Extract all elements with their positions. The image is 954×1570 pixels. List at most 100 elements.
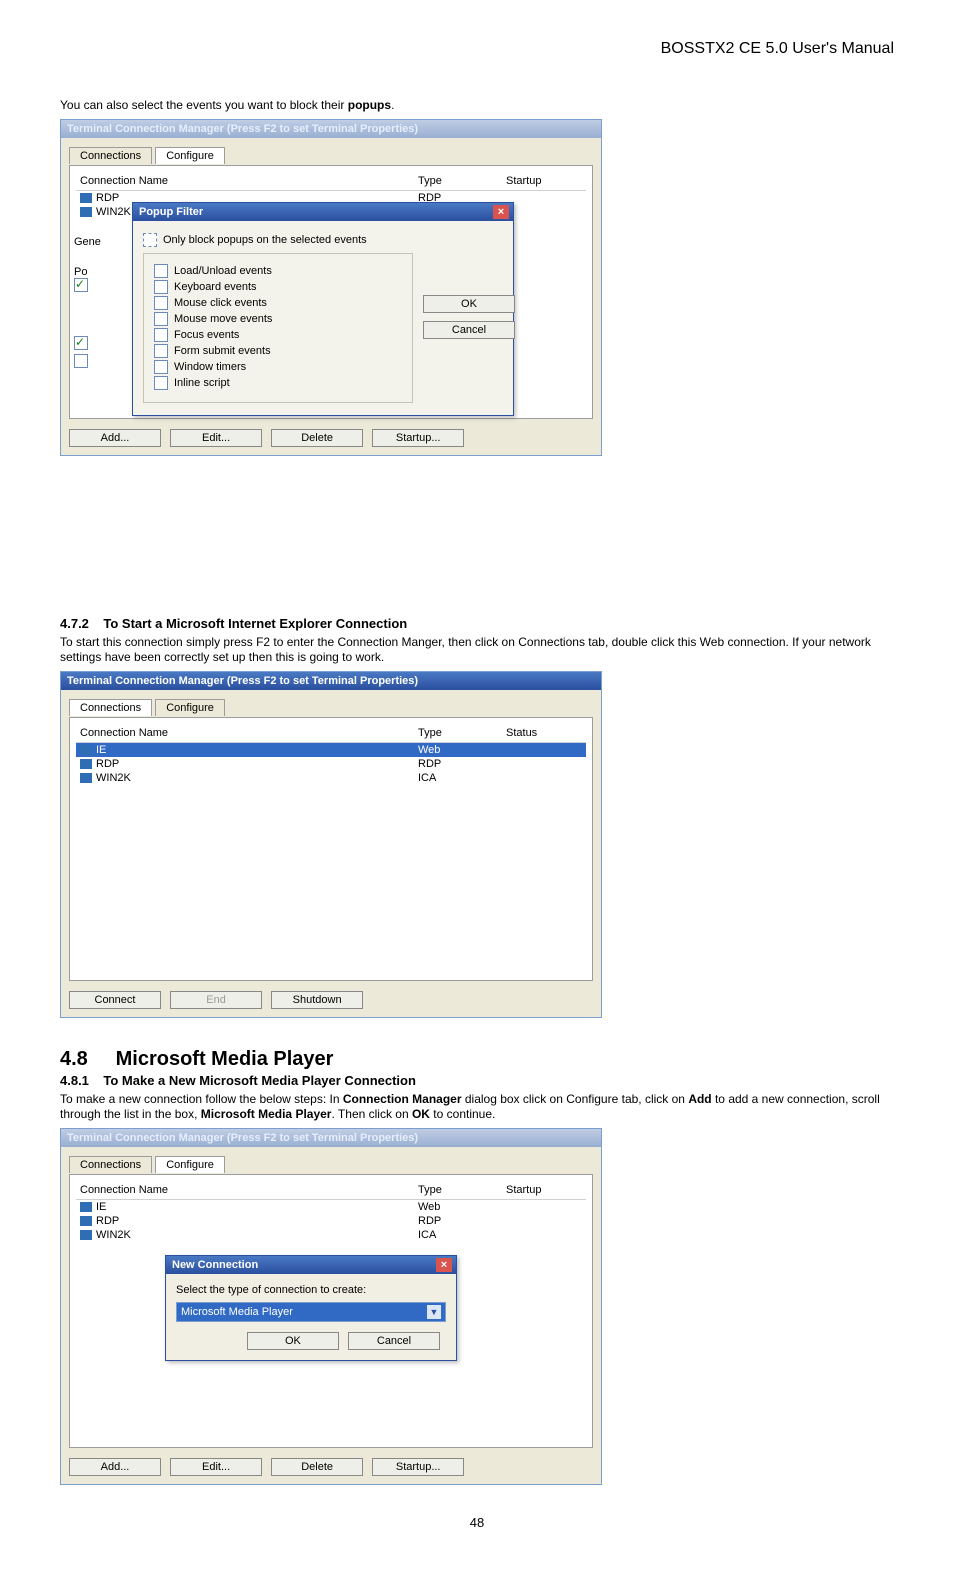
connection-icon [80, 759, 92, 769]
lbl-inline: Inline script [174, 377, 230, 389]
p481-a: To make a new connection follow the belo… [60, 1092, 343, 1106]
close-icon[interactable]: × [436, 1258, 452, 1272]
win1-buttons: Add... Edit... Delete Startup... [69, 429, 593, 447]
p481-b1: Connection Manager [343, 1092, 462, 1106]
popup-filter-dialog: Popup Filter × Only block popups on the … [132, 202, 514, 416]
win3-titlebar: Terminal Connection Manager (Press F2 to… [61, 1129, 601, 1147]
delete-button[interactable]: Delete [271, 1458, 363, 1476]
win2-tabs: Connections Configure [69, 698, 593, 715]
add-button[interactable]: Add... [69, 1458, 161, 1476]
connection-icon [80, 1216, 92, 1226]
chk-key[interactable] [154, 280, 168, 294]
startup-button[interactable]: Startup... [372, 1458, 464, 1476]
add-button[interactable]: Add... [69, 429, 161, 447]
newconn-ok-button[interactable]: OK [247, 1332, 339, 1350]
p481-post: to continue. [430, 1107, 495, 1121]
list-item[interactable]: IE Web [76, 1200, 586, 1214]
popup-ok-button[interactable]: OK [423, 295, 515, 313]
close-icon[interactable]: × [493, 205, 509, 219]
win1-list-header: Connection Name Type Startup [76, 172, 586, 191]
col-type: Type [414, 1183, 502, 1197]
h472-title: To Start a Microsoft Internet Explorer C… [103, 616, 407, 631]
chk-click[interactable] [154, 296, 168, 310]
intro-pre: You can also select the events you want … [60, 98, 348, 112]
list-item[interactable]: WIN2K ICA [76, 771, 586, 785]
edit-button[interactable]: Edit... [170, 1458, 262, 1476]
chk-onlyblock-label: Only block popups on the selected events [163, 234, 367, 246]
row-name: RDP [96, 1215, 119, 1227]
connection-icon [80, 773, 92, 783]
mini-checkbox-2[interactable] [74, 336, 88, 350]
chk-inline[interactable] [154, 376, 168, 390]
h481-num: 4.8.1 [60, 1073, 89, 1088]
chk-form[interactable] [154, 344, 168, 358]
p481-b2: Add [688, 1092, 711, 1106]
win1-pane: Connection Name Type Startup RDP RDP WIN… [69, 165, 593, 419]
win2-pane: Connection Name Type Status IE Web RDP R… [69, 717, 593, 981]
win3-list-header: Connection Name Type Startup [76, 1181, 586, 1200]
tab-connections[interactable]: Connections [69, 1156, 152, 1173]
chk-load[interactable] [154, 264, 168, 278]
tab-connections[interactable]: Connections [69, 147, 152, 164]
underlying-dialog-slice: Gene Po [74, 236, 101, 368]
win2-titlebar: Terminal Connection Manager (Press F2 to… [61, 672, 601, 690]
h481-title: To Make a New Microsoft Media Player Con… [103, 1073, 416, 1088]
tab-configure[interactable]: Configure [155, 1156, 225, 1173]
p481-b3: Microsoft Media Player [201, 1107, 332, 1121]
connect-button[interactable]: Connect [69, 991, 161, 1009]
p481-b4: OK [412, 1107, 430, 1121]
connection-type-select[interactable]: Microsoft Media Player ▼ [176, 1302, 446, 1322]
newconn-titlebar: New Connection × [166, 1256, 456, 1274]
p481-m1: dialog box click on Configure tab, click… [462, 1092, 689, 1106]
row-type: RDP [414, 757, 502, 771]
chk-timers[interactable] [154, 360, 168, 374]
doc-header: BOSSTX2 CE 5.0 User's Manual [60, 40, 894, 58]
combo-value: Microsoft Media Player [181, 1306, 293, 1318]
list-item[interactable]: RDP RDP [76, 1214, 586, 1228]
newconn-cancel-button[interactable]: Cancel [348, 1332, 440, 1350]
lbl-timers: Window timers [174, 361, 246, 373]
win2-list-header: Connection Name Type Status [76, 724, 586, 743]
col-startup: Startup [502, 1183, 586, 1197]
win1-titlebar: Terminal Connection Manager (Press F2 to… [61, 120, 601, 138]
row-type: ICA [414, 1228, 502, 1242]
shutdown-button[interactable]: Shutdown [271, 991, 363, 1009]
connection-icon [80, 207, 92, 217]
chk-move[interactable] [154, 312, 168, 326]
win3: Terminal Connection Manager (Press F2 to… [60, 1128, 602, 1485]
lbl-key: Keyboard events [174, 281, 257, 293]
heading-48: 4.8 Microsoft Media Player [60, 1048, 894, 1071]
startup-button[interactable]: Startup... [372, 429, 464, 447]
mini-checkbox-1[interactable] [74, 278, 88, 292]
chevron-down-icon[interactable]: ▼ [427, 1305, 441, 1319]
connection-icon [80, 1202, 92, 1212]
tab-configure[interactable]: Configure [155, 699, 225, 716]
row-name: IE [96, 1201, 106, 1213]
chk-focus[interactable] [154, 328, 168, 342]
intro-bold: popups [348, 98, 391, 112]
win3-pane: Connection Name Type Startup IE Web RDP … [69, 1174, 593, 1448]
chk-onlyblock[interactable] [143, 233, 157, 247]
tab-configure[interactable]: Configure [155, 147, 225, 164]
h472-num: 4.7.2 [60, 616, 89, 631]
edit-button[interactable]: Edit... [170, 429, 262, 447]
lbl-click: Mouse click events [174, 297, 267, 309]
list-item[interactable]: RDP RDP [76, 757, 586, 771]
win1-tabs: Connections Configure [69, 146, 593, 163]
win3-buttons: Add... Edit... Delete Startup... [69, 1458, 593, 1476]
win3-tabs: Connections Configure [69, 1155, 593, 1172]
popup-titlebar: Popup Filter × [133, 203, 513, 221]
end-button[interactable]: End [170, 991, 262, 1009]
delete-button[interactable]: Delete [271, 429, 363, 447]
col-name: Connection Name [76, 726, 414, 740]
lbl-focus: Focus events [174, 329, 239, 341]
popup-cancel-button[interactable]: Cancel [423, 321, 515, 339]
tab-connections[interactable]: Connections [69, 699, 152, 716]
list-item[interactable]: IE Web [76, 743, 586, 757]
p481-m3: . Then click on [331, 1107, 411, 1121]
mini-checkbox-3[interactable] [74, 354, 88, 368]
connection-icon [80, 745, 92, 755]
col-name: Connection Name [76, 174, 414, 188]
list-item[interactable]: WIN2K ICA [76, 1228, 586, 1242]
heading-481: 4.8.1 To Make a New Microsoft Media Play… [60, 1073, 894, 1088]
